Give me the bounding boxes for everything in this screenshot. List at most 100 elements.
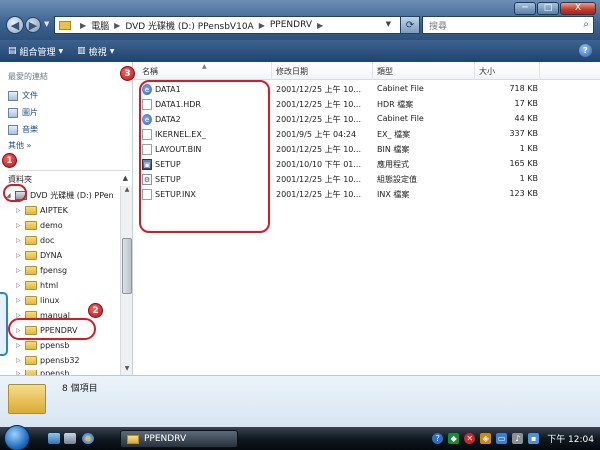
views-button[interactable]: ▥ 檢視 ▼ (77, 45, 114, 58)
back-button[interactable]: ◀ (6, 16, 24, 34)
internet-explorer-icon[interactable]: e (82, 433, 94, 444)
title-bar: ─ □ X ◀ ▶ ▼ ▶ 電腦 ▶ DVD 光碟機 (D:) PPensbV10A… (0, 0, 600, 40)
tree-item-dyna[interactable]: ▷ DYNA (16, 251, 62, 260)
pictures-icon (8, 107, 18, 118)
annotation-circle-drive (3, 184, 27, 202)
column-header-row: 名稱 ▲ 修改日期 類型 大小 (134, 62, 600, 80)
help-button[interactable]: ? (579, 44, 592, 57)
scroll-up-icon[interactable]: ▲ (121, 186, 133, 196)
folder-icon (25, 281, 37, 290)
expand-icon[interactable]: ▷ (16, 267, 22, 274)
maximize-button[interactable]: □ (537, 2, 559, 15)
folder-icon (59, 20, 71, 30)
favorite-links-header: 最愛的連結 (8, 72, 48, 81)
network-icon[interactable]: ◆ (448, 433, 460, 444)
views-icon: ▥ (77, 46, 86, 56)
security-alert-icon[interactable]: ✕ (464, 433, 476, 444)
expand-icon[interactable]: ▷ (16, 357, 22, 364)
details-pane: 8 個項目 (0, 375, 600, 427)
tree-item-linux[interactable]: ▷ linux (16, 296, 59, 305)
recent-pages-dropdown[interactable]: ▼ (44, 20, 49, 28)
tree-item-doc[interactable]: ▷ doc (16, 236, 54, 245)
taskbar-button-ppendrv[interactable]: PPENDRV (120, 430, 238, 448)
expand-icon[interactable]: ▷ (16, 207, 22, 214)
expand-icon[interactable]: ▷ (16, 342, 22, 349)
system-tray: ? ◆ ✕ ◈ ▭ ♪ ▪ 下午 12:04 (366, 427, 600, 450)
tree-item-fpensg[interactable]: ▷ fpensg (16, 266, 67, 275)
favorite-link-pictures[interactable]: 圖片 (8, 107, 38, 118)
taskbar: e PPENDRV ? ◆ ✕ ◈ ▭ ♪ ▪ 下午 12:04 (0, 425, 600, 450)
scroll-thumb[interactable] (122, 238, 132, 294)
search-input[interactable]: 搜尋 ⌕ (422, 16, 594, 34)
annotation-badge-2: 2 (88, 303, 103, 318)
favorite-link-documents[interactable]: 文件 (8, 90, 38, 101)
tree-item-ppensb[interactable]: ▷ ppensb (16, 341, 69, 350)
search-icon: ⌕ (583, 19, 589, 30)
minimize-button[interactable]: ─ (514, 2, 536, 15)
expand-icon[interactable]: ▷ (16, 297, 22, 304)
column-header-name[interactable]: 名稱 (142, 66, 158, 77)
arrow-left-icon: ◀ (10, 18, 20, 32)
organize-button[interactable]: ▤ 組合管理 ▼ (8, 45, 63, 58)
folder-icon (25, 296, 37, 305)
folder-icon (25, 206, 37, 215)
scroll-down-icon[interactable]: ▼ (121, 365, 133, 375)
column-header-type[interactable]: 類型 (377, 66, 393, 77)
column-divider[interactable] (372, 62, 373, 80)
sidebar-edge-tab (0, 292, 8, 356)
column-divider[interactable] (271, 62, 272, 80)
tree-item-demo[interactable]: ▷ demo (16, 221, 63, 230)
switch-windows-icon[interactable] (64, 433, 76, 444)
item-count: 8 個項目 (62, 384, 98, 394)
forward-button[interactable]: ▶ (25, 17, 41, 33)
folders-header[interactable]: 資料夾 ▲ (8, 170, 130, 185)
close-button[interactable]: X (560, 2, 596, 15)
more-links[interactable]: 其他 » (8, 140, 31, 151)
clock[interactable]: 下午 12:04 (547, 432, 594, 445)
tree-item-aiptek[interactable]: ▷ AIPTEK (16, 206, 68, 215)
column-header-date[interactable]: 修改日期 (276, 66, 308, 77)
volume-icon[interactable]: ♪ (512, 433, 524, 444)
search-placeholder: 搜尋 (429, 21, 448, 32)
arrow-right-icon: ▶ (28, 18, 38, 32)
breadcrumb-ppendrv[interactable]: ▶ PPENDRV ▶ (254, 20, 328, 30)
favorite-link-music[interactable]: 音樂 (8, 124, 38, 135)
column-header-size[interactable]: 大小 (479, 66, 495, 77)
folder-icon (8, 384, 46, 414)
expand-icon[interactable]: ▷ (16, 237, 22, 244)
address-dropdown[interactable]: ▼ (386, 20, 391, 28)
folder-icon (25, 356, 37, 365)
tree-item-html[interactable]: ▷ html (16, 281, 58, 290)
address-bar[interactable]: ▶ 電腦 ▶ DVD 光碟機 (D:) PPensbV10A ▶ PPENDRV ▶ ▼ (54, 16, 412, 34)
chevron-right-icon: ▶ (258, 20, 265, 30)
annotation-badge-1: 1 (2, 153, 17, 168)
folder-icon (25, 251, 37, 260)
chevron-right-icon: ▶ (316, 20, 324, 30)
expand-icon[interactable]: ▷ (16, 222, 22, 229)
column-divider[interactable] (539, 62, 540, 80)
column-divider[interactable] (474, 62, 475, 80)
tree-item-ppensb32[interactable]: ▷ ppensb32 (16, 356, 80, 365)
show-desktop-icon[interactable] (48, 433, 60, 444)
display-icon[interactable]: ▪ (528, 433, 540, 444)
chevron-right-icon: ▶ (80, 20, 87, 30)
folder-icon (127, 434, 139, 444)
annotation-circle-ppendrv (8, 318, 96, 340)
shield-icon[interactable]: ◈ (480, 433, 492, 444)
start-button[interactable] (4, 425, 30, 450)
refresh-icon: ⟳ (405, 19, 415, 31)
chevron-up-icon: ▲ (122, 174, 128, 182)
breadcrumb-computer[interactable]: ▶ 電腦 (75, 19, 109, 32)
expand-icon[interactable]: ▷ (16, 252, 22, 259)
refresh-button[interactable]: ⟳ (400, 16, 420, 34)
expand-icon[interactable]: ▷ (16, 282, 22, 289)
command-bar: ▤ 組合管理 ▼ ▥ 檢視 ▼ ? (0, 40, 600, 62)
folder-tree-scrollbar[interactable]: ▲ ▼ (120, 186, 132, 375)
chevron-right-icon: ▶ (114, 20, 121, 30)
breadcrumb-dvd-drive[interactable]: ▶ DVD 光碟機 (D:) PPensbV10A (109, 19, 254, 32)
chevron-down-icon: ▼ (58, 47, 64, 55)
monitor-icon[interactable]: ▭ (496, 433, 508, 444)
help-tray-icon[interactable]: ? (432, 433, 444, 444)
annotation-badge-3: 3 (120, 66, 135, 81)
organize-icon: ▤ (8, 46, 17, 56)
